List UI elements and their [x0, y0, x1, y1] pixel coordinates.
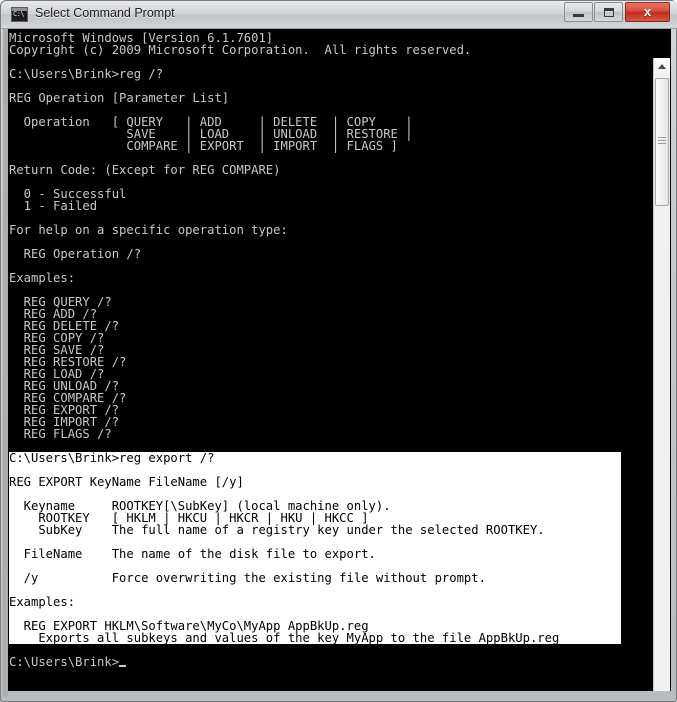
console-line: Copyright (c) 2009 Microsoft Corporation… [9, 43, 472, 57]
console-line: 0 - Successful [9, 187, 127, 201]
command-prompt-window: C:\ Select Command Prompt x Microsoft Wi… [0, 0, 677, 702]
close-icon: x [643, 4, 652, 19]
scrollbar-grip-icon [658, 137, 666, 146]
console-line: Examples: [9, 271, 76, 285]
console-line: C:\Users\Brink>reg /? [9, 67, 164, 81]
console-line-selected: FileName The name of the disk file to ex… [9, 548, 621, 560]
scroll-up-arrow[interactable] [654, 58, 670, 75]
console-line: REG Operation /? [9, 247, 142, 261]
console-line-selected: C:\Users\Brink>reg export /? [9, 452, 621, 464]
console-line-selected [9, 584, 621, 596]
icon-prompt-glyph: C:\ [13, 10, 25, 18]
console-line-selected: Examples: [9, 596, 621, 608]
console-line-selected: REG EXPORT KeyName FileName [/y] [9, 476, 621, 488]
console-line: 1 - Failed [9, 199, 98, 213]
console-line: For help on a specific operation type: [9, 223, 288, 237]
console-line: COMPARE | EXPORT | IMPORT | FLAGS ] [9, 139, 398, 153]
console-text-output[interactable]: Microsoft Windows [Version 6.1.7601] Copy… [8, 29, 638, 691]
console-line: REG FLAGS /? [9, 427, 112, 441]
vertical-scrollbar[interactable] [653, 58, 670, 691]
console-line: REG QUERY /? [9, 295, 112, 309]
chevron-up-icon [658, 64, 666, 69]
console-client-area[interactable]: Microsoft Windows [Version 6.1.7601] Copy… [8, 29, 671, 691]
console-line: Return Code: (Except for REG COMPARE) [9, 163, 281, 177]
text-cursor [119, 665, 127, 667]
title-bar[interactable]: C:\ Select Command Prompt x [1, 1, 677, 29]
close-button[interactable]: x [625, 2, 670, 22]
console-line-selected: SubKey The full name of a registry key u… [9, 524, 621, 536]
console-line-selected: /y Force overwriting the existing file w… [9, 572, 621, 584]
minimize-button[interactable] [564, 2, 593, 22]
command-prompt-icon: C:\ [11, 7, 28, 22]
console-line: REG Operation [Parameter List] [9, 91, 230, 105]
console-line-selected: Exports all subkeys and values of the ke… [9, 632, 621, 644]
maximize-icon [595, 3, 622, 21]
minimize-icon [565, 3, 592, 21]
window-title: Select Command Prompt [35, 6, 175, 20]
console-line: C:\Users\Brink> [9, 656, 638, 668]
maximize-button[interactable] [594, 2, 623, 22]
scrollbar-thumb[interactable] [655, 78, 669, 206]
